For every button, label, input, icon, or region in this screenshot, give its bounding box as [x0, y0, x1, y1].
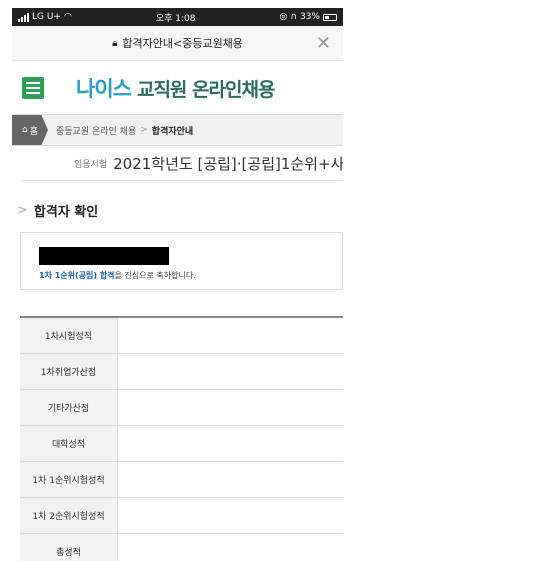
table-row: 1차시험성적: [20, 316, 343, 354]
table-row: 기타가산점: [20, 389, 343, 426]
breadcrumb-separator: >: [140, 125, 148, 135]
table-row: 1차취업가산점: [20, 353, 343, 390]
wifi-icon: ◠: [63, 12, 72, 22]
score-label: 1차 2순위시험성적: [20, 497, 118, 534]
neis-logo: 나이스: [76, 76, 132, 101]
breadcrumb-home[interactable]: ⌂ 홈: [12, 115, 48, 145]
lock-icon: 🔒︎: [112, 37, 118, 49]
headphones-icon: ∩: [290, 12, 297, 22]
breadcrumb-level1[interactable]: 중등교원 온라인 채용: [56, 124, 136, 137]
browser-title-bar: 🔒︎ 합격자안내<중등교원채용 ✕: [12, 26, 343, 61]
score-value: [117, 461, 343, 498]
congrats-message: 1차 1순위(공립) 합격을 진심으로 축하합니다.: [39, 270, 196, 281]
exam-label: 임용시험: [74, 159, 108, 170]
clock: 오후 1:08: [155, 13, 196, 24]
close-icon[interactable]: ✕: [316, 33, 331, 54]
score-value: [117, 497, 343, 534]
score-value: [117, 533, 343, 561]
menu-icon[interactable]: [22, 76, 44, 99]
breadcrumb: ⌂ 홈 중등교원 온라인 채용 > 합격자안내: [12, 115, 343, 146]
site-title: 교직원 온라인채용: [136, 78, 275, 101]
score-value: [117, 316, 343, 354]
breadcrumb-current: 합격자안내: [151, 126, 194, 137]
table-row: 1차 2순위시험성적: [20, 497, 343, 534]
site-header: 나이스 교직원 온라인채용: [12, 61, 343, 115]
congrats-text: 을 진심으로 축하합니다.: [114, 271, 196, 280]
score-table: 1차시험성적 1차취업가산점 기타가산점 대학성적 1차 1순위시험성적 1차 2순위시험…: [20, 316, 343, 561]
table-row: 대학성적: [20, 425, 343, 462]
score-value: [117, 425, 343, 462]
exam-value: 2021학년도 [공립]·[공립]1순위+사립2순: [113, 154, 343, 173]
redacted-name: [39, 247, 169, 265]
status-bar: LG U+ ◠ 오후 1:08 ◎ ∩ 33%: [12, 8, 343, 26]
page-title: 합격자안내<중등교원채용: [122, 37, 243, 50]
score-label: 1차 1순위시험성적: [20, 461, 118, 498]
carrier-label: LG U+: [32, 12, 61, 22]
battery-percent: 33%: [299, 12, 320, 22]
score-label: 1차시험성적: [20, 316, 118, 354]
result-box: 1차 1순위(공립) 합격을 진심으로 축하합니다.: [20, 232, 343, 290]
exam-select[interactable]: 임용시험 2021학년도 [공립]·[공립]1순위+사립2순: [22, 146, 343, 181]
signal-icon: [18, 12, 29, 22]
section-title: 합격자 확인: [33, 205, 99, 220]
table-row: 1차 1순위시험성적: [20, 461, 343, 498]
home-label: 홈: [29, 126, 38, 137]
score-value: [117, 353, 343, 390]
score-label: 기타가산점: [20, 389, 118, 426]
score-label: 총성적: [20, 533, 118, 561]
site-logo[interactable]: 나이스 교직원 온라인채용: [76, 73, 275, 103]
score-value: [117, 389, 343, 426]
pass-result: 1차 1순위(공립) 합격: [39, 271, 115, 280]
alarm-icon: ◎: [279, 12, 288, 22]
home-icon: ⌂: [22, 125, 28, 135]
chevron-right-icon: >: [17, 203, 28, 218]
phone-screen: LG U+ ◠ 오후 1:08 ◎ ∩ 33% 🔒︎ 합격자안내<중등교원채용 …: [12, 8, 343, 561]
score-label: 대학성적: [20, 425, 118, 462]
battery-icon: [322, 13, 337, 21]
section-heading: > 합격자 확인: [12, 201, 343, 220]
table-row: 총성적: [20, 533, 343, 561]
score-label: 1차취업가산점: [20, 353, 118, 390]
